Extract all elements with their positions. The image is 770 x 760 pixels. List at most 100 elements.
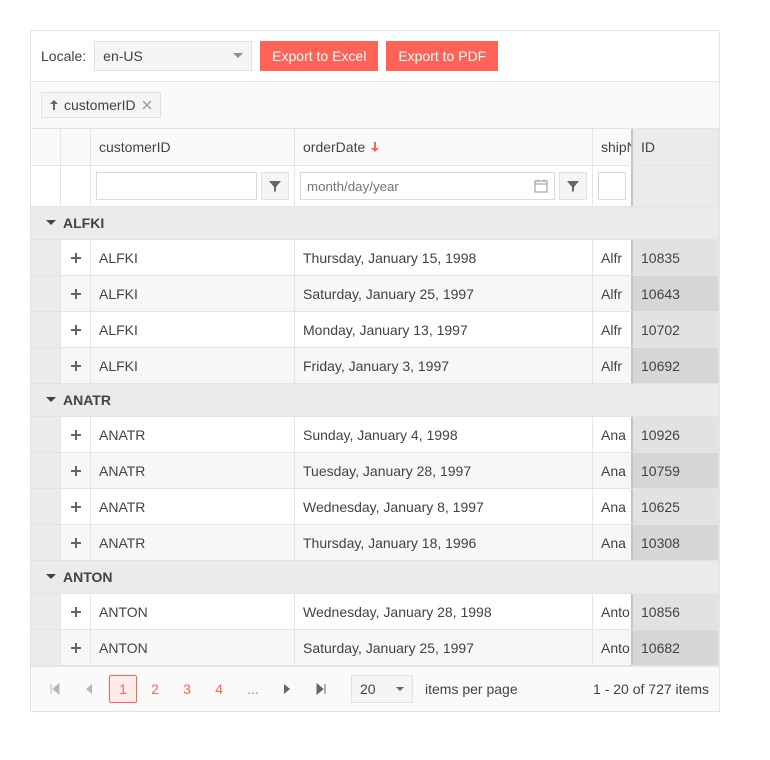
group-row[interactable]: ALFKI (31, 207, 719, 240)
expand-cell[interactable] (61, 312, 91, 347)
plus-icon (70, 606, 82, 618)
column-header-orderDate[interactable]: orderDate (295, 129, 593, 165)
expand-cell[interactable] (61, 525, 91, 560)
group-indent-cell (31, 276, 61, 311)
close-icon[interactable] (142, 100, 152, 110)
expand-cell[interactable] (61, 630, 91, 665)
pager: 1234 ... 20 items per page 1 - 20 of 727… (31, 667, 719, 711)
chip-label: customerID (64, 97, 136, 113)
expand-cell[interactable] (61, 489, 91, 524)
grid-body: ALFKIALFKIThursday, January 15, 1998Alfr… (31, 207, 719, 667)
filter-cell-orderDate (295, 166, 593, 206)
plus-icon (70, 288, 82, 300)
group-indent-cell (31, 348, 61, 383)
filter-button-customerID[interactable] (261, 172, 289, 200)
group-indent-cell (31, 312, 61, 347)
expand-cell[interactable] (61, 594, 91, 629)
cell-customerID: ALFKI (91, 276, 295, 311)
plus-icon (70, 252, 82, 264)
collapse-icon[interactable] (39, 397, 63, 403)
cell-orderDate: Saturday, January 25, 1997 (295, 276, 593, 311)
locale-value: en-US (103, 48, 143, 64)
cell-customerID: ALFKI (91, 240, 295, 275)
pager-page-3[interactable]: 3 (173, 675, 201, 703)
expand-cell[interactable] (61, 453, 91, 488)
table-row: ALFKIMonday, January 13, 1997Alfr10702 (31, 312, 719, 348)
pager-next-button[interactable] (273, 675, 301, 703)
group-indent-cell (31, 453, 61, 488)
toolbar: Locale: en-US Export to Excel Export to … (31, 31, 719, 82)
filter-cell-customerID (91, 166, 295, 206)
cell-orderDate: Tuesday, January 28, 1997 (295, 453, 593, 488)
cell-customerID: ANATR (91, 417, 295, 452)
pager-page-1[interactable]: 1 (109, 675, 137, 703)
calendar-icon[interactable] (534, 179, 548, 193)
pager-page-4[interactable]: 4 (205, 675, 233, 703)
pager-last-button[interactable] (307, 675, 335, 703)
cell-orderDate: Thursday, January 18, 1996 (295, 525, 593, 560)
filter-input-shipName[interactable] (598, 172, 626, 200)
cell-orderDate: Sunday, January 4, 1998 (295, 417, 593, 452)
page-size-select[interactable]: 20 (351, 675, 413, 703)
cell-id: 10759 (633, 453, 719, 488)
expand-cell[interactable] (61, 417, 91, 452)
sort-asc-icon (50, 100, 58, 110)
expand-cell[interactable] (61, 276, 91, 311)
cell-shipName: Ana (593, 453, 633, 488)
cell-orderDate: Thursday, January 15, 1998 (295, 240, 593, 275)
pager-first-button[interactable] (41, 675, 69, 703)
cell-shipName: Alfr (593, 240, 633, 275)
cell-shipName: Alfr (593, 312, 633, 347)
cell-shipName: Alfr (593, 348, 633, 383)
export-pdf-button[interactable]: Export to PDF (386, 41, 498, 71)
group-name: ALFKI (63, 215, 104, 231)
pager-prev-button[interactable] (75, 675, 103, 703)
plus-icon (70, 465, 82, 477)
pager-numbers: 1234 (109, 675, 233, 703)
expand-column-header (61, 129, 91, 165)
filter-input-customerID[interactable] (96, 172, 257, 200)
collapse-icon[interactable] (39, 220, 63, 226)
table-row: ALFKIThursday, January 15, 1998Alfr10835 (31, 240, 719, 276)
collapse-icon[interactable] (39, 574, 63, 580)
group-row[interactable]: ANATR (31, 384, 719, 417)
cell-shipName: Anto (593, 594, 633, 629)
cell-id: 10682 (633, 630, 719, 665)
filter-button-orderDate[interactable] (559, 172, 587, 200)
cell-id: 10926 (633, 417, 719, 452)
plus-icon (70, 429, 82, 441)
cell-orderDate: Monday, January 13, 1997 (295, 312, 593, 347)
pager-dots[interactable]: ... (239, 681, 267, 697)
sort-desc-icon (371, 142, 379, 152)
filter-input-orderDate[interactable] (307, 179, 534, 194)
items-per-page-label: items per page (425, 681, 518, 697)
table-row: ANTONSaturday, January 25, 1997Anto10682 (31, 630, 719, 666)
pager-page-2[interactable]: 2 (141, 675, 169, 703)
table-row: ANATRSunday, January 4, 1998Ana 10926 (31, 417, 719, 453)
group-indent-cell (31, 525, 61, 560)
table-row: ALFKISaturday, January 25, 1997Alfr10643 (31, 276, 719, 312)
locale-select[interactable]: en-US (94, 41, 252, 71)
column-header-customerID[interactable]: customerID (91, 129, 295, 165)
group-panel[interactable]: customerID (31, 82, 719, 129)
filter-cell-shipName (593, 166, 633, 206)
cell-customerID: ALFKI (91, 348, 295, 383)
group-row[interactable]: ANTON (31, 561, 719, 594)
group-name: ANTON (63, 569, 113, 585)
group-chip-customerID[interactable]: customerID (41, 92, 161, 118)
column-header-id[interactable]: ID (633, 129, 719, 165)
chevron-down-icon (233, 53, 243, 59)
locale-label: Locale: (41, 48, 86, 64)
table-row: ANATRThursday, January 18, 1996Ana 10308 (31, 525, 719, 561)
pager-info: 1 - 20 of 727 items (593, 681, 709, 697)
filter-icon (566, 179, 580, 193)
expand-cell[interactable] (61, 240, 91, 275)
cell-customerID: ANTON (91, 594, 295, 629)
column-header-shipName[interactable]: shipName (593, 129, 633, 165)
filter-cell-id (633, 166, 719, 206)
group-indent-cell (31, 240, 61, 275)
expand-cell[interactable] (61, 348, 91, 383)
cell-id: 10692 (633, 348, 719, 383)
date-input-wrap[interactable] (300, 172, 555, 200)
export-excel-button[interactable]: Export to Excel (260, 41, 378, 71)
